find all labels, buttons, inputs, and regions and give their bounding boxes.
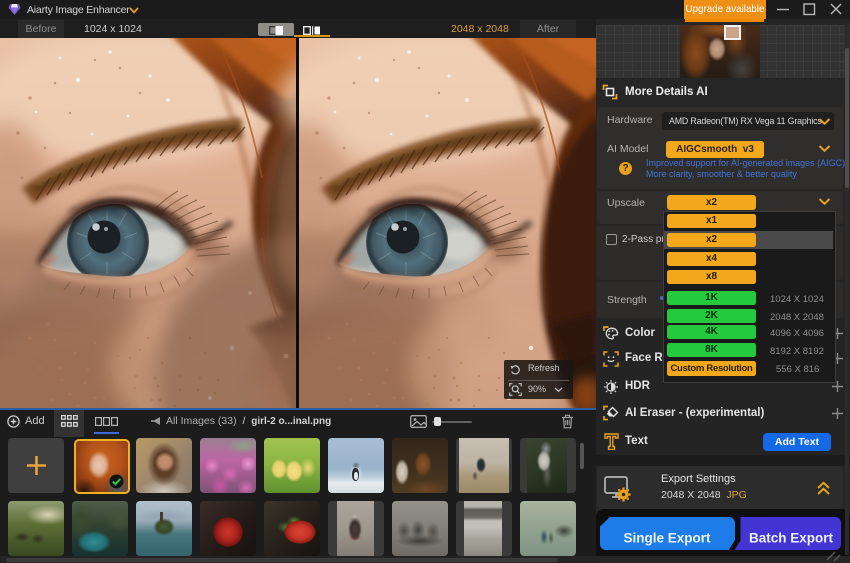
svg-text:Batch Export: Batch Export: [749, 531, 834, 546]
svg-text:Single Export: Single Export: [623, 531, 711, 546]
